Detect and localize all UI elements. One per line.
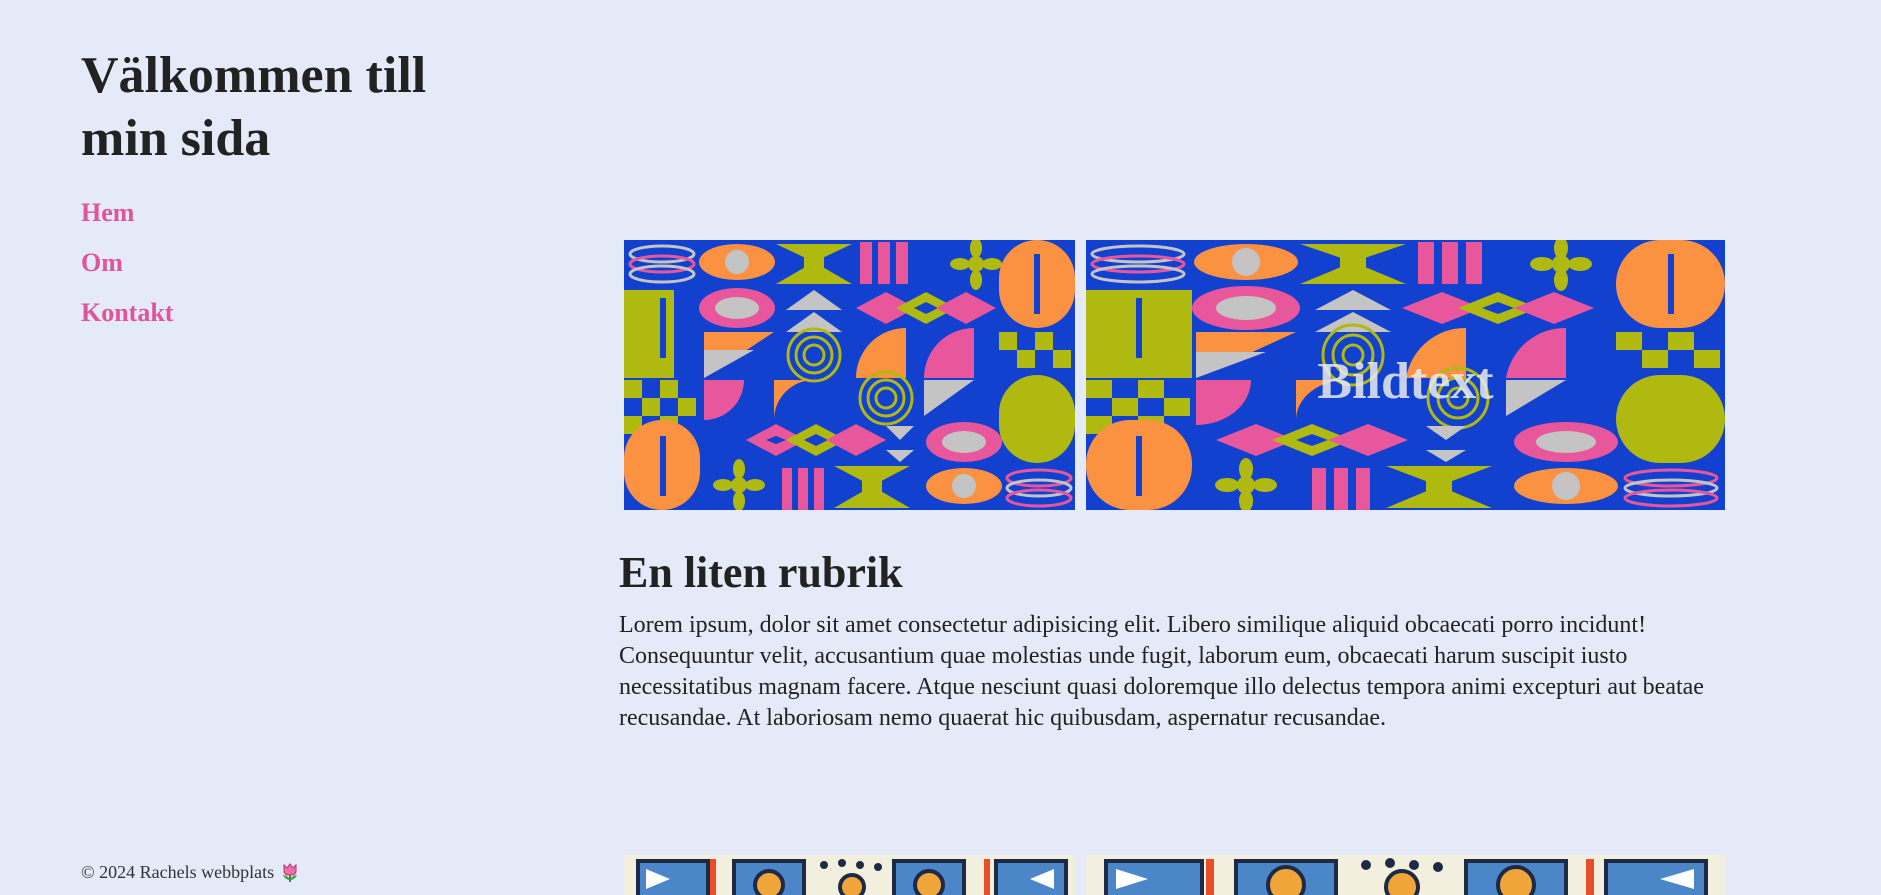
image-gallery: Bildtext [619, 240, 1725, 510]
footer-text: © 2024 Rachels webbplats [81, 862, 275, 882]
pattern-image-small [624, 240, 1075, 510]
body-text: Lorem ipsum, dolor sit amet consectetur … [619, 612, 1704, 731]
sidebar: Välkommen till min sida Hem Om Kontakt [81, 44, 501, 348]
nav-link-kontakt[interactable]: Kontakt [81, 298, 501, 328]
main-nav: Hem Om Kontakt [81, 198, 501, 328]
section-heading: En liten rubrik [619, 548, 903, 597]
pattern-image-second-small [624, 855, 1075, 895]
nav-link-om[interactable]: Om [81, 248, 501, 278]
site-title: Välkommen till min sida [81, 47, 427, 167]
main-content: Bildtext En liten rubrik Lorem ipsum, do… [619, 240, 1725, 734]
tulip-icon [280, 862, 300, 883]
footer: © 2024 Rachels webbplats [81, 862, 300, 883]
pattern-image-large: Bildtext [1086, 240, 1725, 510]
pattern-image-second-large [1086, 855, 1725, 895]
nav-link-hem[interactable]: Hem [81, 198, 501, 228]
image-gallery-second [619, 855, 1725, 895]
